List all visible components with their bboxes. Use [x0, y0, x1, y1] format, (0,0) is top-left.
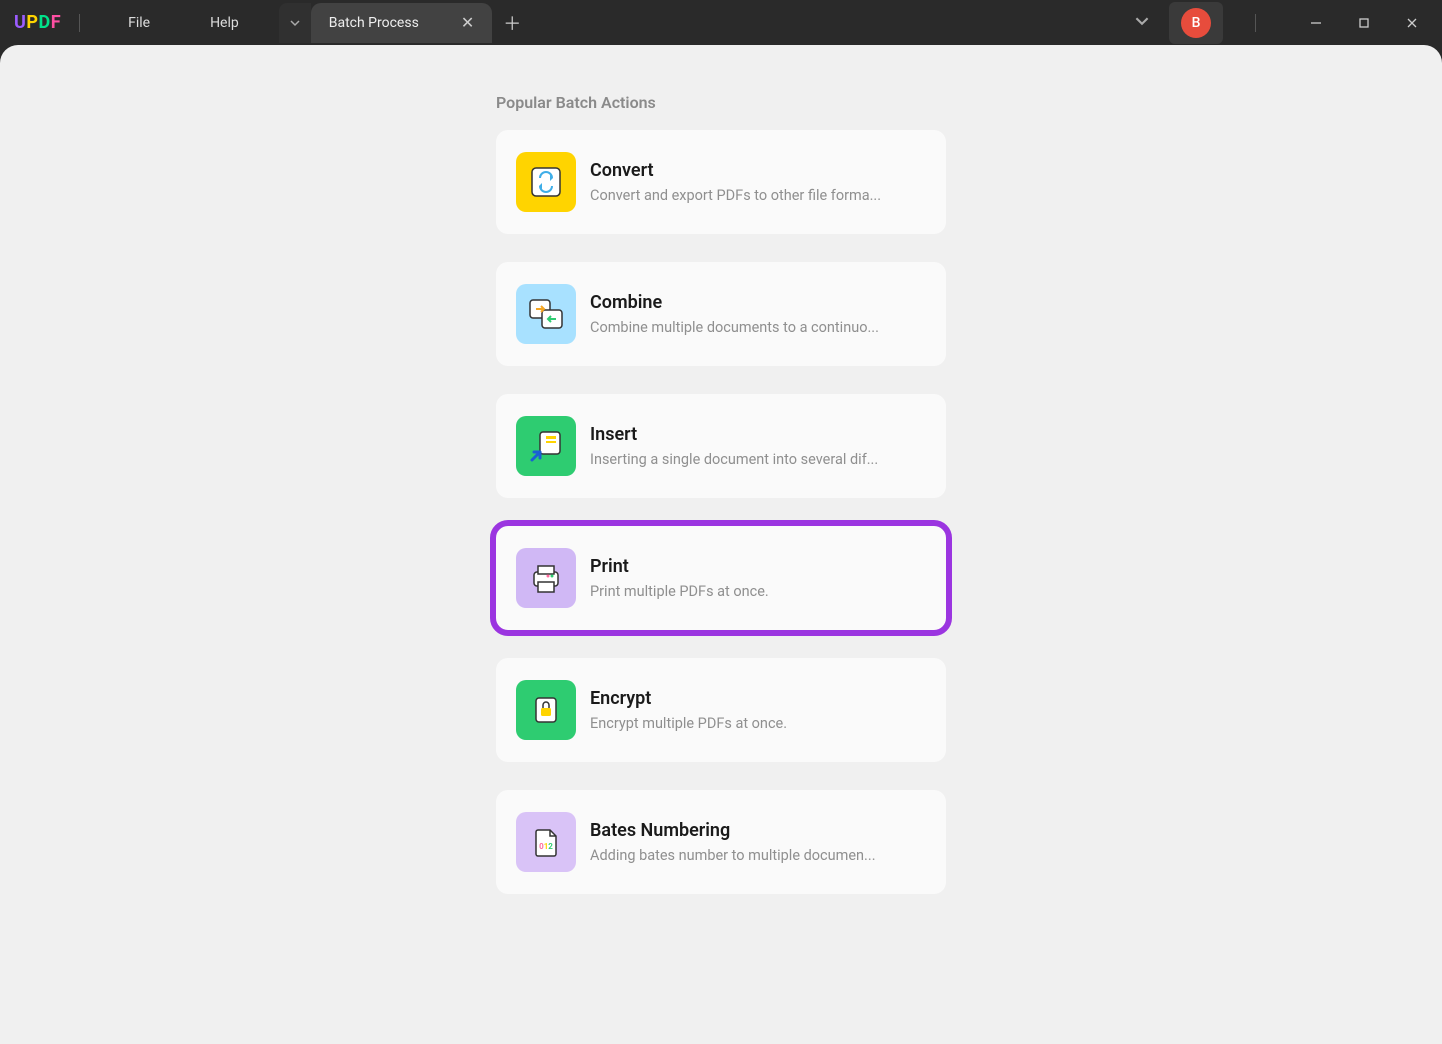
- action-desc: Encrypt multiple PDFs at once.: [590, 715, 926, 732]
- action-title: Convert: [590, 160, 926, 181]
- action-print[interactable]: Print Print multiple PDFs at once.: [496, 526, 946, 630]
- content-area: Popular Batch Actions Convert Convert an…: [0, 45, 1442, 1044]
- new-tab-button[interactable]: ＋: [492, 3, 532, 43]
- action-convert[interactable]: Convert Convert and export PDFs to other…: [496, 130, 946, 234]
- menu-help[interactable]: Help: [180, 15, 269, 31]
- print-icon: [516, 548, 576, 608]
- action-title: Print: [590, 556, 926, 577]
- svg-text:012: 012: [539, 842, 553, 851]
- account-dropdown[interactable]: [1129, 8, 1155, 38]
- divider: [79, 14, 80, 32]
- combine-icon: [516, 284, 576, 344]
- encrypt-icon: [516, 680, 576, 740]
- action-combine[interactable]: Combine Combine multiple documents to a …: [496, 262, 946, 366]
- convert-icon: [516, 152, 576, 212]
- menu-file[interactable]: File: [98, 15, 180, 31]
- avatar: B: [1181, 8, 1211, 38]
- action-desc: Adding bates number to multiple documen.…: [590, 847, 926, 864]
- minimize-button[interactable]: [1296, 8, 1336, 38]
- titlebar-right: B: [1129, 2, 1442, 44]
- action-desc: Combine multiple documents to a continuo…: [590, 319, 926, 336]
- tab-bar: Batch Process ✕ ＋: [279, 3, 532, 43]
- titlebar: UPDF File Help Batch Process ✕ ＋ B: [0, 0, 1442, 45]
- tab-close-button[interactable]: ✕: [461, 13, 474, 32]
- action-insert[interactable]: Insert Inserting a single document into …: [496, 394, 946, 498]
- close-icon: [1406, 17, 1418, 29]
- user-avatar-button[interactable]: B: [1169, 2, 1223, 44]
- app-logo: UPDF: [14, 12, 61, 33]
- maximize-button[interactable]: [1344, 8, 1384, 38]
- action-bates-numbering[interactable]: 012 Bates Numbering Adding bates number …: [496, 790, 946, 894]
- divider: [1255, 14, 1256, 32]
- maximize-icon: [1358, 17, 1370, 29]
- chevron-down-icon: [290, 18, 300, 28]
- window-controls: [1296, 8, 1432, 38]
- tab-title: Batch Process: [329, 15, 419, 31]
- minimize-icon: [1310, 17, 1322, 29]
- section-title: Popular Batch Actions: [496, 93, 946, 112]
- action-title: Insert: [590, 424, 926, 445]
- bates-icon: 012: [516, 812, 576, 872]
- action-title: Combine: [590, 292, 926, 313]
- action-desc: Convert and export PDFs to other file fo…: [590, 187, 926, 204]
- action-title: Encrypt: [590, 688, 926, 709]
- action-desc: Inserting a single document into several…: [590, 451, 926, 468]
- action-title: Bates Numbering: [590, 820, 926, 841]
- action-desc: Print multiple PDFs at once.: [590, 583, 926, 600]
- chevron-down-icon: [1135, 14, 1149, 28]
- action-encrypt[interactable]: Encrypt Encrypt multiple PDFs at once.: [496, 658, 946, 762]
- tab-batch-process[interactable]: Batch Process ✕: [311, 3, 492, 43]
- action-list: Convert Convert and export PDFs to other…: [496, 130, 946, 894]
- tab-list-dropdown[interactable]: [279, 3, 311, 43]
- close-button[interactable]: [1392, 8, 1432, 38]
- insert-icon: [516, 416, 576, 476]
